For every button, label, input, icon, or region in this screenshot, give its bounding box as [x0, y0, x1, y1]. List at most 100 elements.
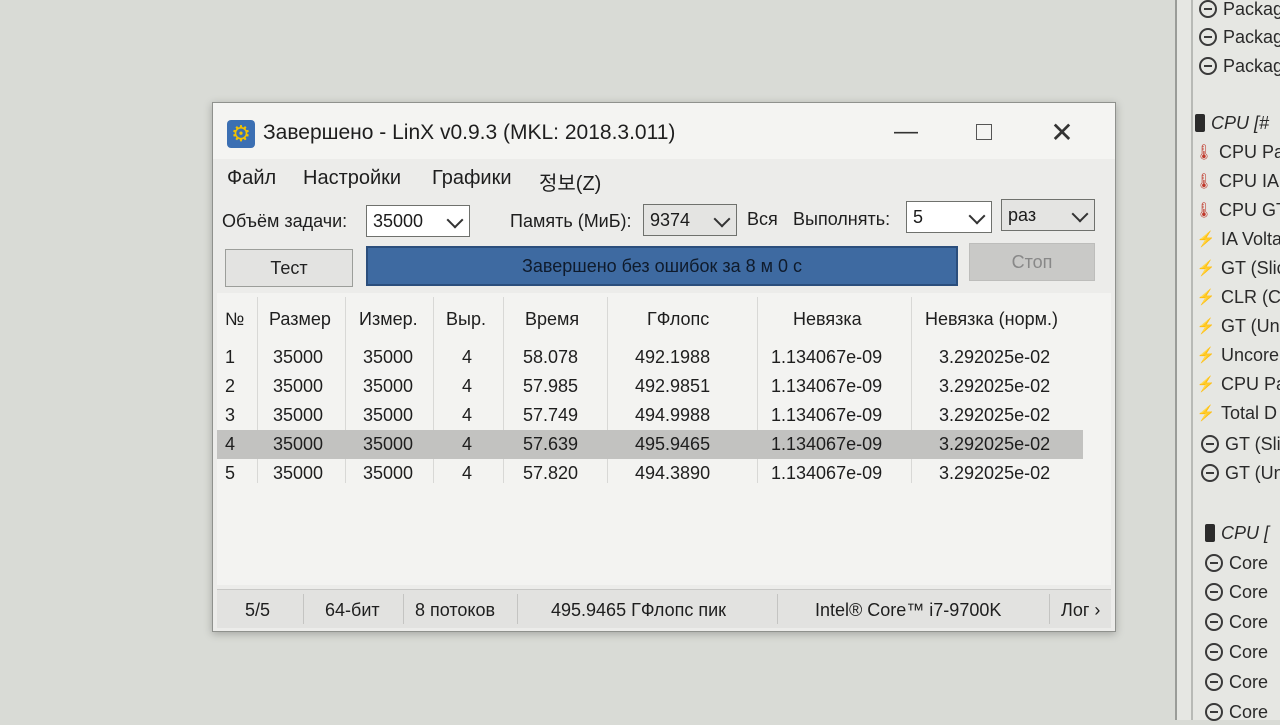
column-header[interactable]: № [225, 309, 244, 330]
column-header[interactable]: Невязка [793, 309, 862, 330]
sensor-item[interactable]: Core [1205, 579, 1268, 605]
minus-circle-icon [1205, 703, 1223, 721]
column-header[interactable]: Выр. [446, 309, 486, 330]
sensor-group-cpu[interactable]: CPU [ [1205, 520, 1269, 546]
cell: 35000 [363, 463, 414, 483]
status-divider [1049, 594, 1050, 624]
menu-info[interactable]: 정보(Z) [539, 167, 601, 196]
minus-circle-icon [1201, 464, 1219, 482]
table-row[interactable]: 2 35000 35000 4 57.985 492.9851 1.134067… [217, 372, 1083, 401]
sensor-item[interactable]: Package [1199, 0, 1280, 22]
menu-settings[interactable]: Настройки [303, 167, 401, 190]
lightning-icon: ⚡ [1196, 318, 1216, 335]
panel-divider [1191, 0, 1193, 720]
test-button[interactable]: Тест [225, 249, 353, 287]
table-row[interactable]: 1 35000 35000 4 58.078 492.1988 1.134067… [217, 343, 1083, 372]
column-header[interactable]: Время [525, 309, 579, 330]
sensor-item[interactable]: 🌡 CPU GT [1194, 197, 1280, 223]
cell: 1.134067e-09 [771, 376, 883, 396]
lightning-icon: ⚡ [1196, 260, 1216, 277]
sensor-item[interactable]: Package [1199, 53, 1280, 79]
table-row[interactable]: 5 35000 35000 4 57.820 494.3890 1.134067… [217, 459, 1083, 488]
sensor-item[interactable]: ⚡ CPU Pa [1197, 371, 1280, 397]
sensor-label: Package [1223, 26, 1280, 47]
sensor-label: CPU [# [1211, 112, 1270, 133]
run-unit-select[interactable]: раз [1001, 199, 1095, 231]
menu-file[interactable]: Файл [227, 167, 276, 190]
sensor-label: Core [1229, 552, 1269, 573]
sensor-item[interactable]: 🌡 CPU IA [1194, 168, 1279, 194]
column-header[interactable]: ГФлопс [647, 309, 709, 330]
sensor-label: IA Volta [1221, 228, 1280, 249]
cell: 57.639 [523, 434, 579, 454]
minus-circle-icon [1199, 0, 1217, 18]
sensor-item[interactable]: 🌡 CPU Pac [1194, 139, 1280, 165]
title-bar[interactable]: ⚙ Завершено - LinX v0.9.3 (MKL: 2018.3.0… [213, 103, 1115, 159]
log-button[interactable]: Лог › [1061, 600, 1100, 621]
status-divider [517, 594, 518, 624]
chip-icon [1195, 114, 1205, 132]
linx-window: ⚙ Завершено - LinX v0.9.3 (MKL: 2018.3.0… [212, 102, 1116, 632]
status-divider [303, 594, 304, 624]
stop-button[interactable]: Стоп [969, 243, 1095, 281]
sensor-item[interactable]: Core [1205, 550, 1268, 576]
cell: 494.9988 [635, 405, 711, 425]
results-table: № Размер Измер. Выр. Время ГФлопс Невязк… [217, 293, 1111, 585]
chevron-down-icon [446, 211, 464, 229]
sensor-item[interactable]: ⚡ GT (Slic [1197, 255, 1280, 281]
column-header[interactable]: Размер [269, 309, 331, 330]
cell: 4 [462, 434, 473, 454]
cell: 1.134067e-09 [771, 405, 883, 425]
cell: 3 [225, 405, 236, 425]
sensor-label: Package [1223, 55, 1280, 76]
sensor-item[interactable]: GT (Slic [1201, 431, 1280, 457]
cell: 35000 [273, 347, 324, 367]
sensor-item[interactable]: ⚡ GT (Un [1197, 313, 1280, 339]
progress-text: Завершено без ошибок за 8 м 0 с [521, 255, 802, 276]
run-count-select[interactable]: 5 [906, 201, 992, 233]
sensor-item[interactable]: GT (Un [1201, 460, 1280, 486]
all-memory-label[interactable]: Вся [747, 209, 778, 230]
sensor-item[interactable]: ⚡ IA Volta [1197, 226, 1280, 252]
cell: 4 [462, 376, 473, 396]
task-size-select[interactable]: 35000 [366, 205, 470, 237]
close-button[interactable]: ✕ [1039, 115, 1085, 149]
task-size-value: 35000 [373, 210, 424, 231]
cell: 4 [225, 434, 236, 454]
thermometer-icon: 🌡 [1194, 144, 1214, 161]
sensor-item[interactable]: Core [1205, 699, 1268, 725]
column-header[interactable]: Невязка (норм.) [925, 309, 1058, 330]
maximize-icon [976, 124, 992, 140]
cell: 492.1988 [635, 347, 711, 367]
status-divider [403, 594, 404, 624]
cell: 3.292025e-02 [939, 405, 1051, 425]
sensor-item[interactable]: ⚡ Uncore [1197, 342, 1279, 368]
minimize-button[interactable]: — [883, 115, 929, 149]
maximize-button[interactable] [961, 115, 1007, 149]
lightning-icon: ⚡ [1196, 405, 1216, 422]
cell: 57.749 [523, 405, 579, 425]
window-title: Завершено - LinX v0.9.3 (MKL: 2018.3.011… [263, 121, 676, 144]
table-row[interactable]: 3 35000 35000 4 57.749 494.9988 1.134067… [217, 401, 1083, 430]
cell: 3.292025e-02 [939, 376, 1051, 396]
status-progress: 5/5 [245, 600, 271, 620]
cell: 35000 [363, 405, 414, 425]
cell: 57.985 [523, 376, 579, 396]
sensor-item[interactable]: Core [1205, 639, 1268, 665]
sensor-item[interactable]: ⚡ Total D [1197, 400, 1277, 426]
column-header[interactable]: Измер. [359, 309, 418, 330]
sensor-item[interactable]: ⚡ CLR (C [1197, 284, 1280, 310]
menu-graphs[interactable]: Графики [432, 167, 512, 190]
sensor-label: CPU [ [1221, 522, 1270, 543]
table-row-selected[interactable]: 4 35000 35000 4 57.639 495.9465 1.134067… [217, 430, 1083, 459]
sensor-group-cpu[interactable]: CPU [# [1195, 110, 1269, 136]
sensor-item[interactable]: Package [1199, 24, 1280, 50]
cell: 35000 [363, 347, 414, 367]
sensor-panel: Package Package Package CPU [# 🌡CPU Pac … [1175, 0, 1280, 722]
sensor-label: Core [1229, 671, 1269, 692]
sensor-item[interactable]: Core [1205, 669, 1268, 695]
cell: 1 [225, 347, 236, 367]
cell: 3.292025e-02 [939, 463, 1051, 483]
memory-select[interactable]: 9374 [643, 204, 737, 236]
sensor-item[interactable]: Core [1205, 609, 1268, 635]
